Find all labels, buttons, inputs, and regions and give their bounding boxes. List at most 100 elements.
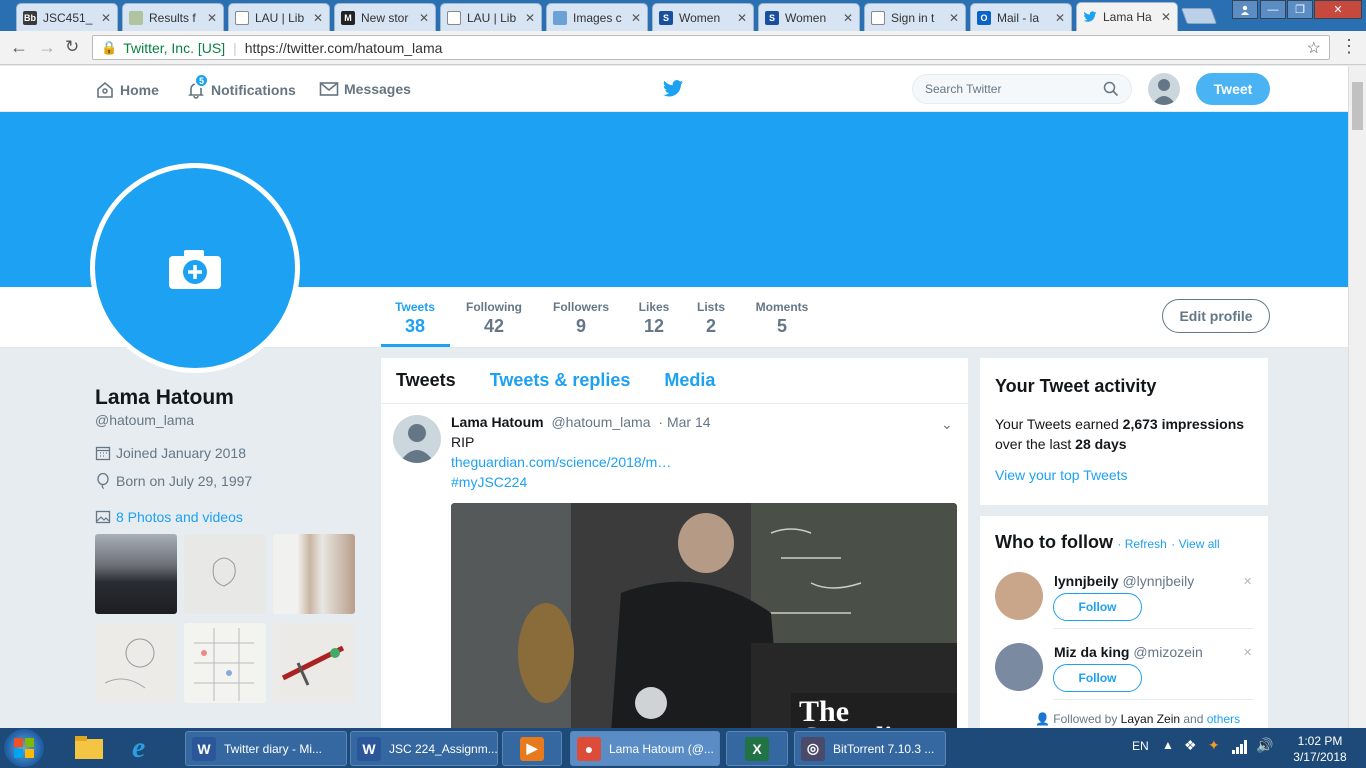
close-tab-icon[interactable]: ✕ [313,11,323,25]
browser-tab[interactable]: Bb JSC451_ ✕ [16,3,118,31]
internet-explorer-icon[interactable]: e [132,731,168,765]
nav-messages[interactable]: Messages [319,80,411,98]
browser-tab[interactable]: O Mail - la ✕ [970,3,1072,31]
stat-following[interactable]: Following 42 [454,300,534,337]
stat-lists[interactable]: Lists 2 [671,300,751,337]
omnibox[interactable]: 🔒 Twitter, Inc. [US] | https://twitter.c… [92,35,1330,60]
reload-icon[interactable]: ↻ [65,37,79,57]
tab-media[interactable]: Media [664,370,715,391]
photo-thumbnail[interactable] [95,534,177,614]
browser-tab[interactable]: Results f ✕ [122,3,224,31]
suggested-user-name[interactable]: lynnjbeily [1054,573,1119,589]
browser-tab[interactable]: LAU | Lib ✕ [440,3,542,31]
close-tab-icon[interactable]: ✕ [631,11,641,25]
browser-tab[interactable]: S Women ✕ [652,3,754,31]
menu-icon[interactable]: ⋮ [1340,36,1358,57]
view-top-tweets-link[interactable]: View your top Tweets [995,467,1128,483]
suggested-user-handle[interactable]: @lynnjbeily [1119,573,1194,589]
photo-thumbnail[interactable] [273,623,355,703]
url-text[interactable]: https://twitter.com/hatoum_lama [245,40,443,56]
tweet-author-avatar[interactable] [393,415,441,463]
view-all-link[interactable]: · View all [1171,537,1219,551]
close-tab-icon[interactable]: ✕ [949,11,959,25]
browser-tab[interactable]: Lama Ha ✕ [1076,2,1178,31]
file-explorer-icon[interactable] [72,733,106,763]
close-tab-icon[interactable]: ✕ [843,11,853,25]
tab-tweets-replies[interactable]: Tweets & replies [490,370,631,391]
search-input[interactable]: Search Twitter [912,74,1132,104]
back-icon[interactable]: ← [10,37,28,58]
maximize-icon[interactable]: ❐ [1287,0,1313,19]
firefox-tray-icon[interactable]: ✦ [1208,737,1220,754]
photos-videos-link[interactable]: 8 Photos and videos [95,509,243,525]
taskbar-item[interactable]: W JSC 224_Assignm... [350,731,498,766]
dropbox-icon[interactable]: ❖ [1184,737,1197,754]
dismiss-icon[interactable]: ✕ [1243,575,1252,588]
dismiss-icon[interactable]: ✕ [1243,646,1252,659]
photo-thumbnail[interactable] [184,623,266,703]
close-window-icon[interactable]: ✕ [1314,0,1362,19]
stat-tweets[interactable]: Tweets 38 [375,300,455,337]
photo-thumbnail[interactable] [184,534,266,614]
photo-thumbnail[interactable] [273,534,355,614]
taskbar-item[interactable]: ● Lama Hatoum (@... [570,731,720,766]
tweet-link[interactable]: theguardian.com/science/2018/m… [451,454,671,470]
language-indicator[interactable]: EN [1132,739,1149,753]
taskbar-item[interactable]: ▶ [502,731,562,766]
refresh-link[interactable]: · Refresh [1117,537,1166,551]
search-icon[interactable] [1103,81,1119,97]
photo-thumbnail[interactable] [95,623,177,703]
suggested-user-handle[interactable]: @mizozein [1129,644,1202,660]
profile-handle[interactable]: @hatoum_lama [95,412,194,428]
close-tab-icon[interactable]: ✕ [525,11,535,25]
add-photo-camera-icon[interactable] [168,248,222,290]
suggested-user-avatar[interactable] [995,643,1043,691]
show-hidden-icons-icon[interactable]: ▲ [1162,738,1174,752]
twitter-bird-logo-icon[interactable] [662,79,684,104]
window-account-button[interactable] [1232,0,1258,19]
close-tab-icon[interactable]: ✕ [101,11,111,25]
profile-name[interactable]: Lama Hatoum [95,386,234,410]
followed-by-name[interactable]: Layan Zein [1121,712,1180,726]
new-tab-button[interactable] [1181,8,1217,24]
nav-home[interactable]: Home [95,80,159,100]
suggested-user-name[interactable]: Miz da king [1054,644,1129,660]
minimize-icon[interactable]: — [1260,0,1286,19]
suggested-user[interactable]: lynnjbeily @lynnjbeily [1054,573,1194,589]
stat-followers[interactable]: Followers 9 [541,300,621,337]
taskbar-item[interactable]: X [726,731,788,766]
tweet-author-name[interactable]: Lama Hatoum [451,414,544,430]
tweet-button[interactable]: Tweet [1196,73,1270,105]
taskbar-item[interactable]: W Twitter diary - Mi... [185,731,347,766]
close-tab-icon[interactable]: ✕ [207,11,217,25]
wifi-signal-icon[interactable] [1232,740,1248,759]
edit-profile-button[interactable]: Edit profile [1162,299,1270,333]
tab-tweets[interactable]: Tweets [396,370,456,391]
close-tab-icon[interactable]: ✕ [1161,10,1171,24]
tweet-author-handle[interactable]: @hatoum_lama [551,414,650,430]
browser-tab[interactable]: Sign in t ✕ [864,3,966,31]
forward-icon[interactable]: → [38,37,56,58]
close-tab-icon[interactable]: ✕ [737,11,747,25]
tweet-hashtag[interactable]: #myJSC224 [451,474,527,490]
vertical-scrollbar[interactable] [1348,66,1366,728]
close-tab-icon[interactable]: ✕ [419,11,429,25]
close-tab-icon[interactable]: ✕ [1055,11,1065,25]
suggested-user-avatar[interactable] [995,572,1043,620]
follow-button[interactable]: Follow [1053,664,1142,692]
tweet-image[interactable]: The Guardian [451,503,957,728]
bookmark-star-icon[interactable]: ☆ [1307,38,1321,58]
browser-tab[interactable]: M New stor ✕ [334,3,436,31]
user-avatar-button[interactable] [1148,73,1180,105]
stat-moments[interactable]: Moments 5 [742,300,822,337]
browser-tab[interactable]: Images c ✕ [546,3,648,31]
browser-tab[interactable]: S Women ✕ [758,3,860,31]
volume-icon[interactable]: 🔊 [1256,737,1273,754]
suggested-user[interactable]: Miz da king @mizozein [1054,644,1203,660]
taskbar-item[interactable]: ◎ BitTorrent 7.10.3 ... [794,731,946,766]
follow-button[interactable]: Follow [1053,593,1142,621]
system-clock[interactable]: 1:02 PM 3/17/2018 [1280,733,1360,765]
chevron-down-icon[interactable]: ⌄ [941,416,953,433]
tweet-date[interactable]: · Mar 14 [658,414,710,430]
followed-by-others[interactable]: others [1207,712,1240,726]
